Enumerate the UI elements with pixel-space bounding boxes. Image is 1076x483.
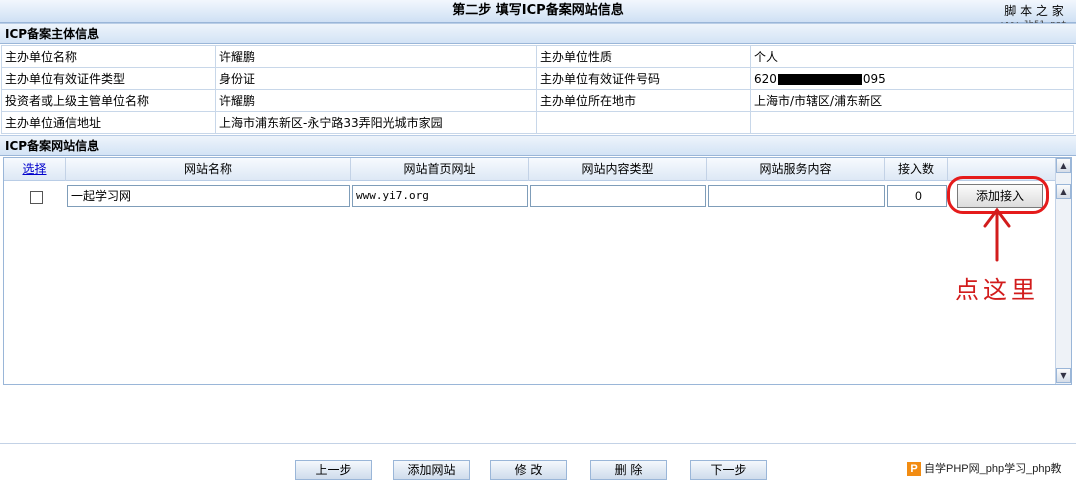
- info-value: 许耀鹏: [215, 45, 537, 68]
- info-row: 主办单位通信地址 上海市浦东新区-永宁路33弄阳光城市家园: [1, 111, 1074, 134]
- info-label: 主办单位通信地址: [1, 111, 216, 134]
- vertical-scrollbar[interactable]: ▲ ▲ ▼: [1055, 158, 1071, 384]
- site-name-input[interactable]: 一起学习网: [67, 185, 350, 207]
- watermark-bottom-text: 自学PHP网_php学习_php教: [924, 463, 1062, 475]
- delete-button[interactable]: 删 除: [590, 460, 667, 480]
- add-access-button[interactable]: 添加接入: [957, 184, 1043, 208]
- edit-button[interactable]: 修 改: [490, 460, 567, 480]
- column-site-name: 网站名称: [66, 158, 351, 181]
- info-row: 主办单位名称 许耀鹏 主办单位性质 个人: [1, 45, 1074, 68]
- column-action: [948, 158, 1056, 181]
- subject-section-title: ICP备案主体信息: [0, 23, 1076, 44]
- id-number-prefix: 620: [754, 71, 777, 86]
- info-label: [536, 111, 751, 134]
- website-grid: 选择 网站名称 网站首页网址 网站内容类型 网站服务内容 接入数 一起学习网 w…: [3, 157, 1072, 385]
- row-select-checkbox[interactable]: [30, 191, 43, 204]
- subject-info-table: 主办单位名称 许耀鹏 主办单位性质 个人 主办单位有效证件类型 身份证 主办单位…: [1, 45, 1074, 134]
- info-value: 许耀鹏: [215, 89, 537, 112]
- info-row: 投资者或上级主管单位名称 许耀鹏 主办单位所在地市 上海市/市辖区/浦东新区: [1, 89, 1074, 112]
- scroll-up-icon[interactable]: ▲: [1056, 184, 1071, 199]
- id-number-suffix: 095: [862, 71, 886, 86]
- id-number-value: 620 095: [750, 67, 1074, 90]
- php-logo-icon: P: [907, 462, 921, 476]
- info-label: 主办单位有效证件号码: [536, 67, 751, 90]
- add-site-button[interactable]: 添加网站: [393, 460, 470, 480]
- info-label: 主办单位有效证件类型: [1, 67, 216, 90]
- watermark-top-text: 脚 本 之 家: [1004, 4, 1064, 18]
- info-value: 上海市浦东新区-永宁路33弄阳光城市家园: [215, 111, 537, 134]
- access-count-input[interactable]: 0: [887, 185, 947, 207]
- info-label: 主办单位名称: [1, 45, 216, 68]
- prev-step-button[interactable]: 上一步: [295, 460, 372, 480]
- info-row: 主办单位有效证件类型 身份证 主办单位有效证件号码 620 095: [1, 67, 1074, 90]
- info-value: [750, 111, 1074, 134]
- redaction-mask: [777, 73, 862, 85]
- next-step-button[interactable]: 下一步: [690, 460, 767, 480]
- column-service-content: 网站服务内容: [707, 158, 885, 181]
- up-arrow-icon: [983, 207, 1011, 262]
- website-section-title: ICP备案网站信息: [0, 135, 1076, 156]
- column-select[interactable]: 选择: [4, 158, 66, 181]
- column-home-url: 网站首页网址: [351, 158, 529, 181]
- page-title-bar: 第二步 填写ICP备案网站信息: [0, 0, 1076, 23]
- info-value: 上海市/市辖区/浦东新区: [750, 89, 1074, 112]
- column-content-type: 网站内容类型: [529, 158, 707, 181]
- info-value: 身份证: [215, 67, 537, 90]
- info-label: 投资者或上级主管单位名称: [1, 89, 216, 112]
- column-access-count: 接入数: [885, 158, 948, 181]
- scroll-up-icon[interactable]: ▲: [1056, 158, 1071, 173]
- info-label: 主办单位所在地市: [536, 89, 751, 112]
- watermark-bottom: P 自学PHP网_php学习_php教: [907, 460, 1072, 476]
- info-label: 主办单位性质: [536, 45, 751, 68]
- scroll-down-icon[interactable]: ▼: [1056, 368, 1071, 383]
- website-grid-header: 选择 网站名称 网站首页网址 网站内容类型 网站服务内容 接入数: [4, 158, 1056, 181]
- annotation-text: 点这里: [955, 276, 1039, 304]
- site-url-input[interactable]: www.yi7.org: [352, 185, 528, 207]
- info-value: 个人: [750, 45, 1074, 68]
- content-type-input[interactable]: [530, 185, 706, 207]
- page-title: 第二步 填写ICP备案网站信息: [452, 3, 624, 18]
- service-content-input[interactable]: [708, 185, 885, 207]
